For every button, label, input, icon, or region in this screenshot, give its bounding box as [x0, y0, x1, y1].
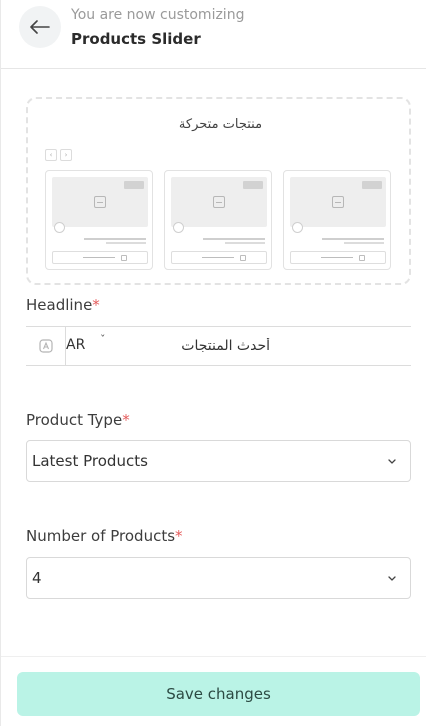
image-placeholder-icon — [332, 196, 344, 208]
headline-row: AR ˇ — [26, 326, 411, 366]
panel-header: You are now customizing Products Slider — [1, 0, 426, 69]
chevron-down-icon — [388, 576, 396, 581]
translate-button[interactable] — [26, 326, 66, 366]
save-changes-button[interactable]: Save changes — [17, 672, 420, 716]
card-add-button — [290, 251, 386, 264]
heart-icon — [292, 222, 303, 233]
product-type-label: Product Type* — [26, 411, 130, 429]
card-image — [52, 177, 148, 227]
headline-field: AR ˇ — [66, 326, 411, 366]
card-tag — [243, 181, 263, 189]
product-type-value: Latest Products — [32, 452, 148, 470]
card-price-line — [106, 242, 146, 244]
number-of-products-select[interactable]: 4 — [26, 557, 411, 599]
heart-icon — [54, 222, 65, 233]
preview-prev-arrow: ‹ — [45, 149, 57, 161]
card-image — [290, 177, 386, 227]
language-selector[interactable]: AR — [66, 337, 85, 353]
required-mark: * — [92, 296, 100, 314]
cart-icon — [240, 255, 246, 261]
card-price-line — [344, 242, 384, 244]
preview-arrows: ‹ › — [45, 149, 72, 161]
number-of-products-label: Number of Products* — [26, 527, 183, 545]
slider-preview: منتجات متحركة ‹ › — [26, 97, 411, 285]
card-name-line — [322, 238, 384, 240]
arrow-left-icon — [30, 20, 50, 34]
preview-title: منتجات متحركة — [178, 117, 263, 132]
preview-next-arrow: › — [60, 149, 72, 161]
image-placeholder-icon — [94, 196, 106, 208]
card-name-line — [84, 238, 146, 240]
preview-product-card — [45, 170, 153, 270]
image-placeholder-icon — [213, 196, 225, 208]
customizer-panel: You are now customizing Products Slider … — [0, 0, 426, 726]
required-mark: * — [175, 527, 183, 545]
product-type-select[interactable]: Latest Products — [26, 440, 411, 482]
required-mark: * — [122, 411, 130, 429]
chevron-down-icon[interactable]: ˇ — [100, 333, 106, 346]
number-of-products-value: 4 — [32, 569, 42, 587]
translate-icon — [38, 339, 53, 353]
card-add-button — [52, 251, 148, 264]
headline-label: Headline* — [26, 296, 100, 314]
preview-product-card — [164, 170, 272, 270]
headline-input[interactable] — [121, 333, 270, 359]
back-button[interactable] — [19, 6, 61, 48]
preview-product-card — [283, 170, 391, 270]
panel-footer: Save changes — [1, 656, 426, 726]
chevron-down-icon — [388, 459, 396, 464]
card-tag — [124, 181, 144, 189]
card-name-line — [203, 238, 265, 240]
card-price-line — [225, 242, 265, 244]
cart-icon — [359, 255, 365, 261]
header-title: Products Slider — [71, 30, 201, 48]
header-subtitle: You are now customizing — [71, 7, 245, 23]
card-add-button — [171, 251, 267, 264]
cart-icon — [121, 255, 127, 261]
heart-icon — [173, 222, 184, 233]
card-image — [171, 177, 267, 227]
card-tag — [362, 181, 382, 189]
